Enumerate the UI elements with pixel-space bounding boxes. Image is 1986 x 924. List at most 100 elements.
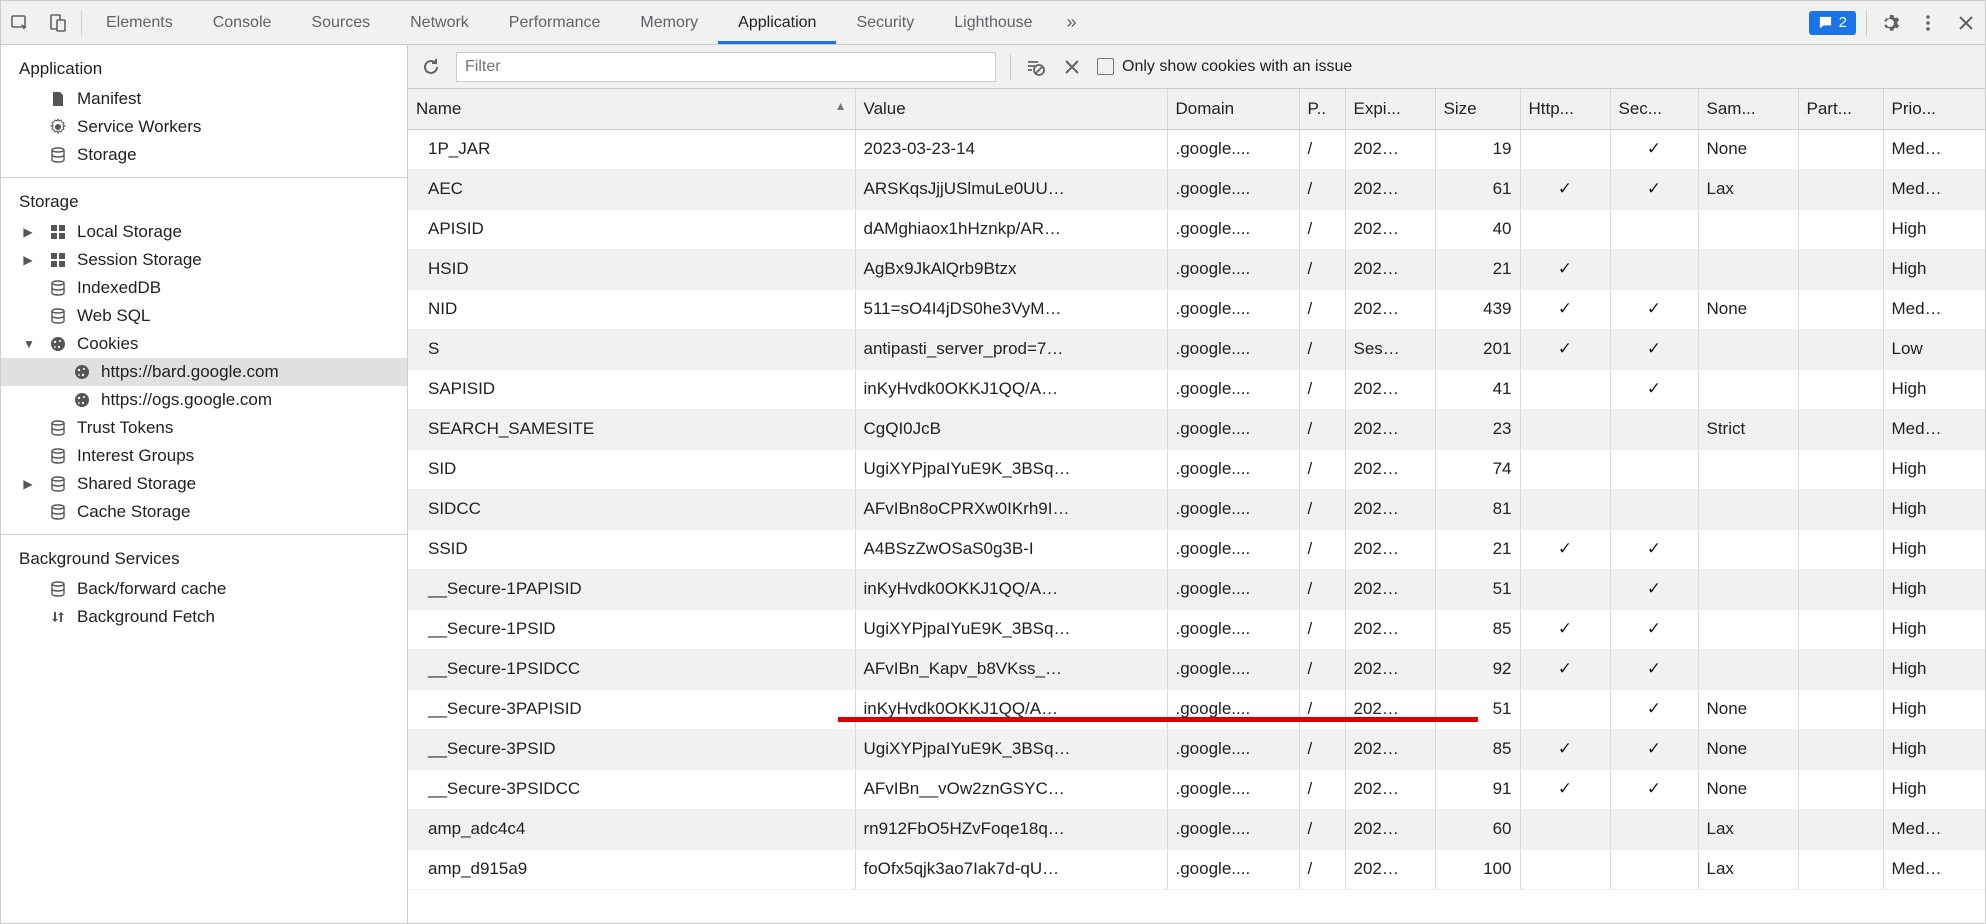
- table-row[interactable]: SAPISIDinKyHvdk0OKKJ1QQ/A….google..../20…: [408, 369, 1985, 409]
- settings-icon[interactable]: [1871, 1, 1909, 45]
- cell-partition: [1798, 529, 1883, 569]
- sidebar-item[interactable]: ▶Local Storage: [1, 218, 407, 246]
- sidebar-item-background-fetch[interactable]: Background Fetch: [1, 603, 407, 631]
- cell-expires: 202…: [1345, 409, 1435, 449]
- table-row[interactable]: SIDCCAFvIBn8oCPRXw0IKrh9I….google..../20…: [408, 489, 1985, 529]
- sidebar-item[interactable]: IndexedDB: [1, 274, 407, 302]
- delete-selected-icon[interactable]: [1061, 56, 1083, 78]
- cell-samesite: [1698, 529, 1798, 569]
- column-header[interactable]: Name▲: [408, 89, 855, 129]
- cell-value: UgiXYPjpaIYuE9K_3BSq…: [855, 449, 1167, 489]
- sidebar-item[interactable]: Interest Groups: [1, 442, 407, 470]
- cell-domain: .google....: [1167, 569, 1299, 609]
- table-row[interactable]: __Secure-3PSIDUgiXYPjpaIYuE9K_3BSq….goog…: [408, 729, 1985, 769]
- close-devtools-icon[interactable]: [1947, 1, 1985, 45]
- sidebar-item-bf-cache[interactable]: Back/forward cache: [1, 575, 407, 603]
- cell-httponly: [1520, 569, 1610, 609]
- refresh-icon[interactable]: [420, 56, 442, 78]
- sidebar-item[interactable]: ▶Shared Storage: [1, 470, 407, 498]
- clear-all-icon[interactable]: [1025, 56, 1047, 78]
- table-row[interactable]: SSIDA4BSzZwOSaS0g3B-I.google..../202…21✓…: [408, 529, 1985, 569]
- cell-secure: [1610, 849, 1698, 889]
- cell-samesite: None: [1698, 769, 1798, 809]
- table-row[interactable]: Santipasti_server_prod=7….google..../Ses…: [408, 329, 1985, 369]
- cell-value: inKyHvdk0OKKJ1QQ/A…: [855, 689, 1167, 729]
- gear-icon: [49, 118, 67, 136]
- cell-httponly: ✓: [1520, 609, 1610, 649]
- cell-expires: 202…: [1345, 729, 1435, 769]
- cell-expires: 202…: [1345, 249, 1435, 289]
- table-row[interactable]: __Secure-1PSIDCCAFvIBn_Kapv_b8VKss_….goo…: [408, 649, 1985, 689]
- table-row[interactable]: amp_adc4c4rn912FbO5HZvFoqe18q….google...…: [408, 809, 1985, 849]
- table-row[interactable]: 1P_JAR2023-03-23-14.google..../202…19✓No…: [408, 129, 1985, 169]
- table-row[interactable]: AECARSKqsJjjUSlmuLe0UU….google..../202…6…: [408, 169, 1985, 209]
- sidebar-item[interactable]: https://ogs.google.com: [1, 386, 407, 414]
- cookies-table[interactable]: Name▲ValueDomainP..Expi...SizeHttp...Sec…: [408, 89, 1985, 923]
- kebab-menu-icon[interactable]: [1909, 1, 1947, 45]
- inspect-element-icon[interactable]: [1, 1, 39, 45]
- table-row[interactable]: __Secure-1PSIDUgiXYPjpaIYuE9K_3BSq….goog…: [408, 609, 1985, 649]
- database-icon: [49, 580, 67, 598]
- column-header[interactable]: P..: [1299, 89, 1345, 129]
- cell-samesite: Lax: [1698, 849, 1798, 889]
- table-row[interactable]: __Secure-3PAPISIDinKyHvdk0OKKJ1QQ/A….goo…: [408, 689, 1985, 729]
- sidebar-item[interactable]: Web SQL: [1, 302, 407, 330]
- column-header[interactable]: Http...: [1520, 89, 1610, 129]
- cell-partition: [1798, 129, 1883, 169]
- column-header[interactable]: Value: [855, 89, 1167, 129]
- tab-memory[interactable]: Memory: [620, 1, 718, 44]
- cell-value: AgBx9JkAlQrb9Btzx: [855, 249, 1167, 289]
- table-row[interactable]: SEARCH_SAMESITECgQI0JcB.google..../202…2…: [408, 409, 1985, 449]
- separator: [81, 10, 82, 36]
- tab-application[interactable]: Application: [718, 1, 836, 44]
- column-header[interactable]: Size: [1435, 89, 1520, 129]
- cell-path: /: [1299, 489, 1345, 529]
- sidebar-item[interactable]: Cache Storage: [1, 498, 407, 526]
- sidebar-item[interactable]: ▼Cookies: [1, 330, 407, 358]
- table-row[interactable]: __Secure-3PSIDCCAFvIBn__vOw2znGSYC….goog…: [408, 769, 1985, 809]
- column-header[interactable]: Sec...: [1610, 89, 1698, 129]
- sidebar-item[interactable]: Trust Tokens: [1, 414, 407, 442]
- sidebar-item-label: Storage: [77, 145, 137, 165]
- table-header-row[interactable]: Name▲ValueDomainP..Expi...SizeHttp...Sec…: [408, 89, 1985, 129]
- sidebar-item[interactable]: https://bard.google.com: [1, 358, 407, 386]
- tab-console[interactable]: Console: [193, 1, 292, 44]
- separator: [1866, 10, 1867, 36]
- cell-domain: .google....: [1167, 129, 1299, 169]
- grid-icon: [49, 223, 67, 241]
- column-header[interactable]: Part...: [1798, 89, 1883, 129]
- table-row[interactable]: __Secure-1PAPISIDinKyHvdk0OKKJ1QQ/A….goo…: [408, 569, 1985, 609]
- column-header[interactable]: Sam...: [1698, 89, 1798, 129]
- sidebar-item-service-workers[interactable]: Service Workers: [1, 113, 407, 141]
- table-row[interactable]: APISIDdAMghiaox1hHznkp/AR….google..../20…: [408, 209, 1985, 249]
- column-header[interactable]: Domain: [1167, 89, 1299, 129]
- sidebar-item[interactable]: ▶Session Storage: [1, 246, 407, 274]
- table-row[interactable]: HSIDAgBx9JkAlQrb9Btzx.google..../202…21✓…: [408, 249, 1985, 289]
- column-header[interactable]: Expi...: [1345, 89, 1435, 129]
- table-row[interactable]: NID511=sO4I4jDS0he3VyM….google..../202…4…: [408, 289, 1985, 329]
- table-row[interactable]: SIDUgiXYPjpaIYuE9K_3BSq….google..../202……: [408, 449, 1985, 489]
- cell-name: __Secure-1PAPISID: [408, 569, 855, 609]
- cell-name: NID: [408, 289, 855, 329]
- tab-elements[interactable]: Elements: [86, 1, 193, 44]
- sidebar-item-manifest[interactable]: Manifest: [1, 85, 407, 113]
- cell-httponly: ✓: [1520, 769, 1610, 809]
- more-tabs-icon[interactable]: »: [1053, 1, 1091, 45]
- only-issues-checkbox[interactable]: Only show cookies with an issue: [1097, 58, 1352, 76]
- cell-value: UgiXYPjpaIYuE9K_3BSq…: [855, 609, 1167, 649]
- section-title-storage: Storage: [1, 186, 407, 218]
- tab-security[interactable]: Security: [836, 1, 934, 44]
- table-row[interactable]: amp_d915a9foOfx5qjk3ao7Iak7d-qU….google.…: [408, 849, 1985, 889]
- filter-input[interactable]: [456, 52, 996, 82]
- tab-network[interactable]: Network: [390, 1, 489, 44]
- issues-count: 2: [1839, 14, 1847, 31]
- cell-domain: .google....: [1167, 729, 1299, 769]
- tab-lighthouse[interactable]: Lighthouse: [934, 1, 1052, 44]
- tab-performance[interactable]: Performance: [489, 1, 621, 44]
- issues-badge[interactable]: 2: [1809, 11, 1856, 35]
- device-toolbar-icon[interactable]: [39, 1, 77, 45]
- cell-name: SSID: [408, 529, 855, 569]
- column-header[interactable]: Prio...: [1883, 89, 1985, 129]
- sidebar-item-storage[interactable]: Storage: [1, 141, 407, 169]
- tab-sources[interactable]: Sources: [291, 1, 390, 44]
